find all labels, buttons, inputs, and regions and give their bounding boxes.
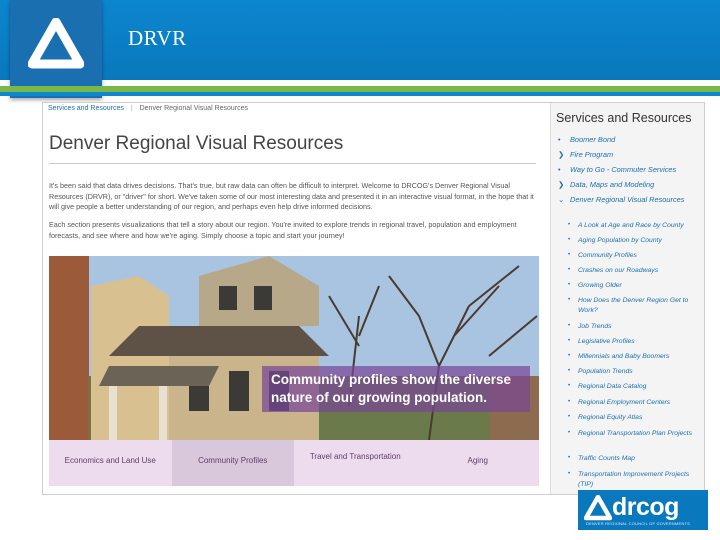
sidebar-subitem[interactable]: • Regional Transportation Plan Projects [551,429,694,439]
breadcrumb-separator: | [130,105,133,112]
drcog-logo: drcog DENVER REGIONAL COUNCIL OF GOVERNM… [578,490,708,530]
breadcrumb-link-services[interactable]: Services and Resources [48,105,124,112]
sidebar-subitem[interactable]: • Growing Older [551,281,694,291]
sidebar-subitem[interactable]: • Traffic Counts Map [551,454,694,464]
drcog-triangle-icon [28,18,84,69]
bullet-icon: • [568,252,571,258]
hero-caption: Community profiles show the diverse natu… [262,366,530,412]
drcog-tagline: DENVER REGIONAL COUNCIL OF GOVERNMENTS [586,521,690,526]
bullet-icon: • [568,368,571,374]
bullet-icon: • [568,430,571,436]
intro-paragraph-2: Each section presents visualizations tha… [49,220,517,240]
sidebar-subitem[interactable]: • Legislative Profiles [551,337,694,347]
chevron-down-icon: ⌄ [558,195,565,204]
hero-image[interactable]: Community profiles show the diverse natu… [49,256,539,440]
bullet-icon: • [568,353,571,359]
bullet-icon: • [568,282,571,288]
sidebar-item-way-to-go[interactable]: • Way to Go - Commuter Services [551,165,698,175]
breadcrumb-current: Denver Regional Visual Resources [139,105,249,112]
page-title: Denver Regional Visual Resources [49,133,344,154]
sidebar-subitem[interactable]: • How Does the Denver Region Get to Work? [551,296,694,315]
chevron-right-icon: ❯ [558,180,565,189]
drcog-wordmark: drcog [612,493,679,521]
sidebar-item-drvr[interactable]: ⌄ Denver Regional Visual Resources [551,195,698,205]
tab-aging[interactable]: Aging [417,440,540,486]
sidebar-subitem[interactable]: • Regional Employment Centers [551,398,694,408]
sidebar-subitem[interactable]: • Population Trends [551,367,694,377]
house-photo [49,256,539,440]
sidebar: Services and Resources • Boomer Bond ❯ Fir… [550,103,704,494]
bullet-icon: • [568,222,571,228]
title-divider [49,163,536,164]
sidebar-subitem[interactable]: • Job Trends [551,322,694,332]
sidebar-subitem[interactable]: • Community Profiles [551,251,694,261]
sidebar-subitem[interactable]: • Crashes on our Roadways [551,266,694,276]
sidebar-subitem[interactable]: • Regional Data Catalog [551,382,694,392]
sidebar-title: Services and Resources [556,111,692,125]
bullet-icon: • [568,383,571,389]
sidebar-item-fire-program[interactable]: ❯ Fire Program [551,150,698,160]
topic-tabs: Economics and Land Use Community Profile… [49,440,539,486]
blue-rule [0,92,720,96]
tab-community-profiles[interactable]: Community Profiles [171,440,294,486]
sidebar-subitem[interactable]: • Transportation Improvement Projects (TI… [551,470,694,489]
chevron-right-icon: ❯ [558,150,565,159]
sidebar-item-boomer-bond[interactable]: • Boomer Bond [551,135,698,145]
sidebar-subitem[interactable]: • Regional Equity Atlas [551,413,694,423]
header-bar [0,0,720,80]
bullet-icon: • [568,323,571,329]
bullet-icon: • [568,237,571,243]
drcog-mark-icon [584,495,612,521]
drcog-badge [10,0,102,98]
intro-paragraph: It's been said that data drives decision… [49,181,534,211]
bullet-icon: • [568,399,571,405]
tab-travel-transportation[interactable]: Travel and Transportation [294,440,417,486]
bullet-icon: • [568,455,571,461]
bullet-icon: • [568,267,571,273]
bullet-icon: • [568,471,571,477]
sidebar-subitem[interactable]: • A Look at Age and Race by County [551,221,694,231]
bullet-icon: • [558,165,561,174]
bullet-icon: • [568,297,571,303]
breadcrumb: Services and Resources | Denver Regional… [48,105,248,112]
bullet-icon: • [568,338,571,344]
tab-economics-land-use[interactable]: Economics and Land Use [49,440,172,486]
bullet-icon: • [558,135,561,144]
sidebar-subitem[interactable]: • Millennials and Baby Boomers [551,352,694,362]
bullet-icon: • [568,414,571,420]
sidebar-item-data-maps-modeling[interactable]: ❯ Data, Maps and Modeling [551,180,698,190]
deck-title: DRVR [128,26,187,50]
sidebar-subitem[interactable]: • Aging Population by County [551,236,694,246]
website-screenshot: Services and Resources | Denver Regional… [42,102,705,495]
